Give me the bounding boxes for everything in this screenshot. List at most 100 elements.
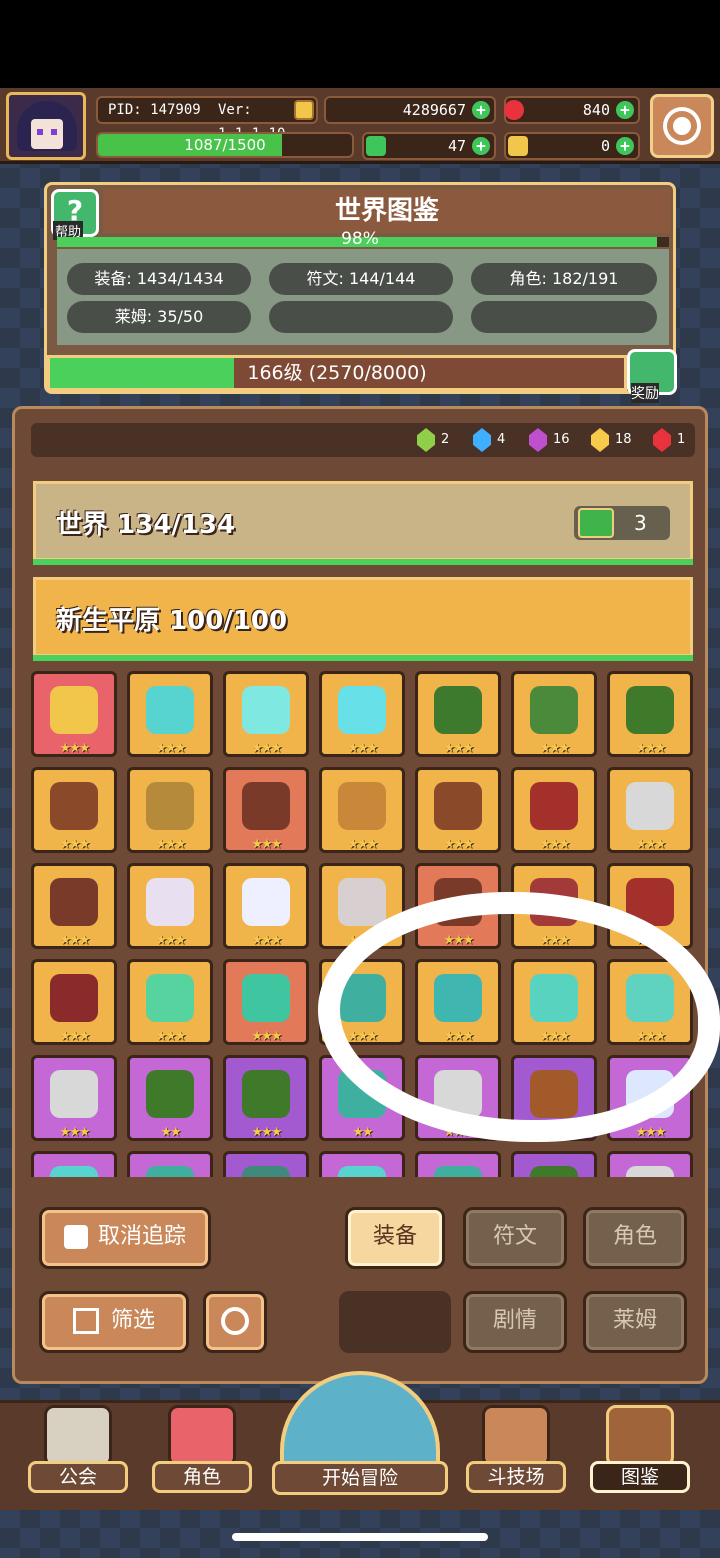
- tab-characters[interactable]: 角色: [583, 1207, 687, 1269]
- item-icon: [626, 1070, 674, 1118]
- item-stars: ★★★: [443, 1029, 475, 1044]
- settings-gear-icon[interactable]: [650, 94, 714, 158]
- likes-badge[interactable]: 3: [574, 506, 670, 540]
- clover-amount: 47: [447, 137, 466, 155]
- item-slot[interactable]: ★★★: [319, 959, 405, 1045]
- item-slot[interactable]: ★★★: [127, 671, 213, 757]
- item-icon: [434, 1166, 482, 1177]
- item-icon: [242, 878, 290, 926]
- nav-arena-label: 斗技场: [466, 1461, 566, 1493]
- item-slot[interactable]: [607, 1151, 693, 1177]
- item-slot[interactable]: ★★★: [223, 959, 309, 1045]
- item-slot[interactable]: ★★★: [607, 959, 693, 1045]
- add-keys-plus-icon[interactable]: +: [616, 137, 634, 155]
- item-slot[interactable]: ★★★: [415, 671, 501, 757]
- item-slot[interactable]: ★★★: [223, 767, 309, 853]
- item-stars: ★★★: [635, 1029, 667, 1044]
- item-stars: ★★★: [443, 933, 475, 948]
- item-slot[interactable]: ★★★: [223, 1055, 309, 1141]
- item-stars: ★★★: [347, 837, 379, 852]
- item-stars: ★★★: [347, 1029, 379, 1044]
- item-slot[interactable]: ★★★: [223, 863, 309, 949]
- item-slot[interactable]: ★★★: [31, 1055, 117, 1141]
- section-world[interactable]: 世界 134/134 3: [33, 481, 693, 561]
- refresh-button[interactable]: [203, 1291, 267, 1353]
- item-slot[interactable]: ★★★: [415, 1055, 501, 1141]
- item-slot[interactable]: ★★★: [223, 671, 309, 757]
- item-slot[interactable]: ★★★: [607, 1055, 693, 1141]
- empty-tab-slot: [339, 1291, 451, 1353]
- item-stars: ★★★: [59, 1125, 91, 1140]
- item-stars: ★★★: [251, 741, 283, 756]
- item-slot[interactable]: [127, 1151, 213, 1177]
- item-slot[interactable]: ★★★: [31, 959, 117, 1045]
- item-slot[interactable]: ★★★: [319, 671, 405, 757]
- item-slot[interactable]: [31, 1151, 117, 1177]
- tab-slime[interactable]: 莱姆: [583, 1291, 687, 1353]
- gem-pill: 840 +: [504, 96, 640, 124]
- item-slot[interactable]: ★★★: [511, 1055, 597, 1141]
- item-stars: ★★★: [155, 837, 187, 852]
- item-slot[interactable]: ★★★: [319, 767, 405, 853]
- item-slot[interactable]: [511, 1151, 597, 1177]
- item-slot[interactable]: ★★: [127, 1055, 213, 1141]
- tab-story[interactable]: 剧情: [463, 1291, 567, 1353]
- nav-guild[interactable]: 公会: [28, 1403, 128, 1499]
- item-slot[interactable]: ★★★: [127, 767, 213, 853]
- item-slot[interactable]: ★★★: [319, 863, 405, 949]
- item-slot[interactable]: ★★★: [127, 863, 213, 949]
- item-icon: [530, 1166, 578, 1177]
- item-slot[interactable]: ★★★: [415, 767, 501, 853]
- start-adventure-button[interactable]: 开始冒险: [272, 1371, 448, 1499]
- item-icon: [242, 1166, 290, 1177]
- energy-bar: 1087/1500: [96, 132, 354, 158]
- gem-icon: [529, 428, 547, 452]
- thumb-icon: [63, 1225, 88, 1249]
- item-slot[interactable]: ★★: [319, 1055, 405, 1141]
- nav-guild-label: 公会: [28, 1461, 128, 1493]
- filter-button[interactable]: 筛选: [39, 1291, 189, 1353]
- section-world-title: 世界 134/134: [56, 510, 236, 540]
- item-icon: [530, 1070, 578, 1118]
- add-gems-plus-icon[interactable]: +: [616, 101, 634, 119]
- item-slot[interactable]: ★★★: [127, 959, 213, 1045]
- gem-count: 2: [441, 432, 450, 447]
- avatar-eye: [37, 129, 43, 135]
- item-slot[interactable]: ★★★: [607, 767, 693, 853]
- item-slot[interactable]: ★★★: [511, 959, 597, 1045]
- key-amount: 0: [600, 137, 610, 155]
- energy-text: 1087/1500: [184, 136, 266, 154]
- item-icon: [626, 1166, 674, 1177]
- nav-codex[interactable]: 图鉴: [590, 1403, 690, 1499]
- item-slot[interactable]: ★★★: [511, 671, 597, 757]
- nav-character[interactable]: 角色: [152, 1403, 252, 1499]
- item-stars: ★★★: [155, 1029, 187, 1044]
- add-clover-plus-icon[interactable]: +: [472, 137, 490, 155]
- likes-count: 3: [634, 511, 647, 535]
- item-icon: [626, 878, 674, 926]
- item-slot[interactable]: ★★★: [31, 863, 117, 949]
- item-stars: ★★★: [539, 1125, 571, 1140]
- item-slot[interactable]: [415, 1151, 501, 1177]
- add-gold-plus-icon[interactable]: +: [472, 101, 490, 119]
- tab-equipment[interactable]: 装备: [345, 1207, 445, 1269]
- item-slot[interactable]: ★★★: [415, 959, 501, 1045]
- item-slot[interactable]: ★★★: [511, 863, 597, 949]
- item-slot[interactable]: [319, 1151, 405, 1177]
- item-slot[interactable]: ★★★: [31, 671, 117, 757]
- player-avatar[interactable]: [6, 92, 86, 160]
- item-slot[interactable]: [223, 1151, 309, 1177]
- item-slot[interactable]: ★★★: [511, 767, 597, 853]
- item-icon: [530, 782, 578, 830]
- item-icon: [338, 974, 386, 1022]
- untrack-button[interactable]: 取消追踪: [39, 1207, 211, 1269]
- item-slot[interactable]: ★★★: [31, 767, 117, 853]
- item-slot[interactable]: ★★★: [415, 863, 501, 949]
- item-slot[interactable]: ★★★: [607, 863, 693, 949]
- item-slot[interactable]: ★★★: [607, 671, 693, 757]
- tab-runes[interactable]: 符文: [463, 1207, 567, 1269]
- section-newborn-plains[interactable]: 新生平原 100/100: [33, 577, 693, 657]
- nav-arena[interactable]: 斗技场: [466, 1403, 566, 1499]
- item-stars: ★★★: [635, 933, 667, 948]
- tab-characters-label: 角色: [612, 1224, 657, 1249]
